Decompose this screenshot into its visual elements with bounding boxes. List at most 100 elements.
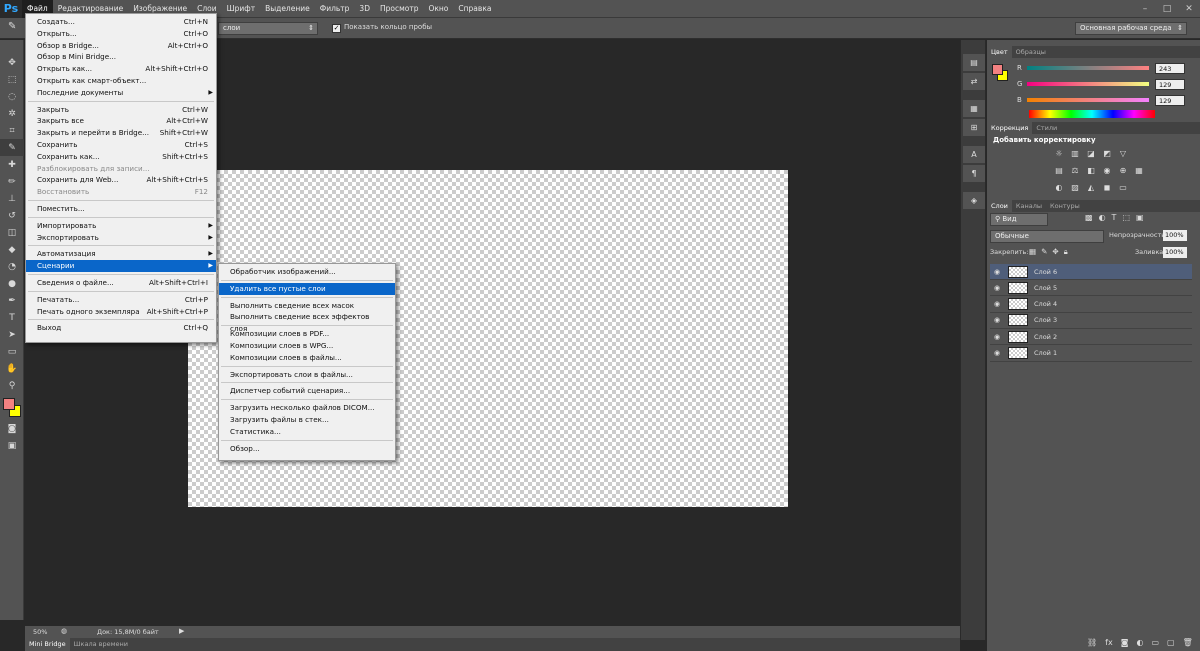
blur-tool-icon[interactable]: ◔ <box>0 258 24 275</box>
layer-row[interactable]: ◉ Слой 1 <box>990 346 1192 362</box>
curves-icon[interactable]: ◪ <box>1085 148 1097 159</box>
posterize-icon[interactable]: ▨ <box>1069 182 1081 193</box>
file-menu-item[interactable]: Печать одного экземпляра Alt+Shift+Ctrl+P <box>26 306 216 318</box>
link-layers-icon[interactable]: ⛓ <box>1087 638 1097 647</box>
info-panel-icon[interactable]: ▦ <box>963 100 985 117</box>
photo-filter-icon[interactable]: ◉ <box>1101 165 1113 176</box>
blue-slider[interactable] <box>1027 98 1149 102</box>
add-mask-icon[interactable]: ◙ <box>1121 638 1129 647</box>
lock-paint-icon[interactable]: ✎ <box>1041 247 1047 257</box>
layer-filter-dropdown[interactable]: ⚲ Вид <box>990 213 1048 226</box>
levels-icon[interactable]: ▥ <box>1069 148 1081 159</box>
tab-mini-bridge[interactable]: Mini Bridge <box>25 638 70 651</box>
marquee-tool-icon[interactable]: ⬚ <box>0 71 24 88</box>
blend-mode-dropdown[interactable]: Обычные <box>990 230 1104 243</box>
tab-color[interactable]: Цвет <box>987 46 1012 58</box>
green-slider[interactable] <box>1027 82 1149 86</box>
opacity-input[interactable]: 100% <box>1163 230 1187 241</box>
maximize-icon[interactable]: □ <box>1156 0 1178 18</box>
file-menu-item[interactable]: Закрыть все Alt+Ctrl+W <box>26 115 216 127</box>
visibility-eye-icon[interactable]: ◉ <box>990 316 1004 324</box>
zoom-level[interactable]: 50% <box>33 628 47 636</box>
move-tool-icon[interactable]: ✥ <box>0 54 24 71</box>
visibility-eye-icon[interactable]: ◉ <box>990 300 1004 308</box>
shape-filter-icon[interactable]: ⬚ <box>1122 213 1130 222</box>
file-menu-item[interactable]: Обзор в Bridge... Alt+Ctrl+O <box>26 40 216 52</box>
crop-tool-icon[interactable]: ⌗ <box>0 122 24 139</box>
scripts-menu-item[interactable]: Композиции слоев в PDF... <box>219 328 395 340</box>
file-menu-item[interactable]: Сохранить как... Shift+Ctrl+S <box>26 151 216 163</box>
tab-adjustments[interactable]: Коррекция <box>987 122 1033 134</box>
scripts-menu-item[interactable]: Обзор... <box>219 443 395 455</box>
visibility-eye-icon[interactable]: ◉ <box>990 349 1004 357</box>
dodge-tool-icon[interactable]: ● <box>0 275 24 292</box>
status-icon[interactable]: ◍ <box>61 627 67 635</box>
brush-tool-icon[interactable]: ✏ <box>0 173 24 190</box>
tab-paths[interactable]: Контуры <box>1046 200 1084 212</box>
lasso-tool-icon[interactable]: ◌ <box>0 88 24 105</box>
visibility-eye-icon[interactable]: ◉ <box>990 333 1004 341</box>
zoom-tool-icon[interactable]: ⚲ <box>0 377 24 394</box>
blue-value-input[interactable]: 129 <box>1155 94 1185 106</box>
layer-row[interactable]: ◉ Слой 6 <box>990 264 1192 280</box>
eyedropper-tool-icon[interactable]: ✎ <box>0 139 24 156</box>
green-value-input[interactable]: 129 <box>1155 78 1185 90</box>
sample-ring-checkbox[interactable]: ✓ <box>332 24 341 33</box>
foreground-color-swatch[interactable] <box>3 398 15 410</box>
file-menu-item[interactable]: Импортировать ▶ <box>26 220 216 232</box>
new-adjustment-icon[interactable]: ◐ <box>1136 638 1143 647</box>
scripts-menu-item[interactable]: Загрузить файлы в стек... <box>219 414 395 426</box>
threshold-icon[interactable]: ◭ <box>1085 182 1097 193</box>
layer-row[interactable]: ◉ Слой 4 <box>990 297 1192 313</box>
scripts-menu-item[interactable]: Удалить все пустые слои <box>219 282 395 295</box>
exposure-icon[interactable]: ◩ <box>1101 148 1113 159</box>
layer-style-icon[interactable]: fx <box>1105 638 1113 647</box>
eyedropper-tool-icon[interactable]: ✎ <box>8 21 16 32</box>
tab-channels[interactable]: Каналы <box>1012 200 1046 212</box>
new-layer-icon[interactable]: ▢ <box>1167 638 1175 647</box>
menu-view[interactable]: Просмотр <box>375 0 424 18</box>
hue-saturation-icon[interactable]: ▤ <box>1053 165 1065 176</box>
scripts-menu-item[interactable]: Обработчик изображений... <box>219 266 395 278</box>
scripts-menu-item[interactable]: Выполнить сведение всех масок <box>219 300 395 312</box>
paragraph-panel-icon[interactable]: ¶ <box>963 165 985 182</box>
scripts-menu-item[interactable]: Загрузить несколько файлов DICOM... <box>219 402 395 414</box>
paint-bucket-tool-icon[interactable]: ◆ <box>0 241 24 258</box>
history-brush-tool-icon[interactable]: ↺ <box>0 207 24 224</box>
vibrance-icon[interactable]: ▽ <box>1117 148 1129 159</box>
file-menu-item[interactable]: Сохранить для Web... Alt+Shift+Ctrl+S <box>26 174 216 186</box>
menu-3d[interactable]: 3D <box>354 0 375 18</box>
file-menu-item[interactable]: Поместить... <box>26 203 216 215</box>
color-balance-icon[interactable]: ⚖ <box>1069 165 1081 176</box>
visibility-eye-icon[interactable]: ◉ <box>990 284 1004 292</box>
type-filter-icon[interactable]: T <box>1112 213 1117 222</box>
file-menu-item[interactable]: Сценарии ▶ <box>26 260 216 272</box>
character-panel-icon[interactable]: A <box>963 146 985 163</box>
layer-row[interactable]: ◉ Слой 3 <box>990 313 1192 329</box>
eraser-tool-icon[interactable]: ◫ <box>0 224 24 241</box>
pen-tool-icon[interactable]: ✒ <box>0 292 24 309</box>
menu-help[interactable]: Справка <box>453 0 496 18</box>
lock-transparency-icon[interactable]: ▦ <box>1029 247 1036 257</box>
scripts-menu-item[interactable]: Диспетчер событий сценария... <box>219 385 395 397</box>
menu-window[interactable]: Окно <box>423 0 453 18</box>
menu-filter[interactable]: Фильтр <box>315 0 355 18</box>
invert-icon[interactable]: ◐ <box>1053 182 1065 193</box>
workspace-dropdown[interactable]: Основная рабочая среда ⇕ <box>1075 22 1187 35</box>
file-menu-item[interactable]: Последние документы ▶ <box>26 87 216 99</box>
color-foreground-swatch[interactable] <box>992 64 1003 75</box>
file-menu-item[interactable]: Экспортировать ▶ <box>26 232 216 244</box>
brightness-icon[interactable]: ☼ <box>1053 148 1065 159</box>
path-select-tool-icon[interactable]: ➤ <box>0 326 24 343</box>
tab-swatches[interactable]: Образцы <box>1012 46 1050 58</box>
properties-panel-icon[interactable]: ⇄ <box>963 73 985 90</box>
layer-row[interactable]: ◉ Слой 2 <box>990 329 1192 346</box>
red-value-input[interactable]: 243 <box>1155 62 1185 74</box>
selective-color-icon[interactable]: ◼ <box>1101 182 1113 193</box>
scripts-menu-item[interactable]: Выполнить сведение всех эффектов слоя <box>219 311 395 333</box>
quick-mask-icon[interactable]: ◙ <box>0 420 24 437</box>
file-menu-item[interactable]: Печатать... Ctrl+P <box>26 294 216 306</box>
pixel-filter-icon[interactable]: ▩ <box>1085 213 1093 222</box>
scripts-menu-item[interactable]: Статистика... <box>219 426 395 438</box>
layer-row[interactable]: ◉ Слой 5 <box>990 280 1192 297</box>
